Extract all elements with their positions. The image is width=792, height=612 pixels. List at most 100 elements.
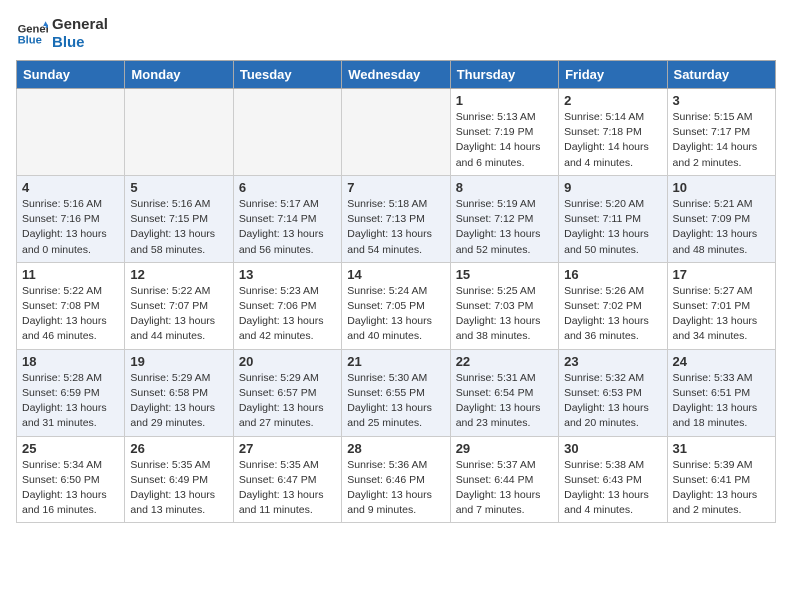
col-header-wednesday: Wednesday <box>342 61 450 89</box>
day-cell <box>125 89 233 176</box>
col-header-friday: Friday <box>559 61 667 89</box>
day-info: Sunrise: 5:35 AMSunset: 6:47 PMDaylight:… <box>239 458 336 519</box>
svg-text:General: General <box>18 23 48 35</box>
day-info: Sunrise: 5:16 AMSunset: 7:16 PMDaylight:… <box>22 197 119 258</box>
day-number: 27 <box>239 441 336 456</box>
day-number: 22 <box>456 354 553 369</box>
day-cell: 8 Sunrise: 5:19 AMSunset: 7:12 PMDayligh… <box>450 175 558 262</box>
day-cell <box>17 89 125 176</box>
day-number: 11 <box>22 267 119 282</box>
day-cell: 13 Sunrise: 5:23 AMSunset: 7:06 PMDaylig… <box>233 262 341 349</box>
col-header-monday: Monday <box>125 61 233 89</box>
day-info: Sunrise: 5:18 AMSunset: 7:13 PMDaylight:… <box>347 197 444 258</box>
day-info: Sunrise: 5:23 AMSunset: 7:06 PMDaylight:… <box>239 284 336 345</box>
day-number: 23 <box>564 354 661 369</box>
day-number: 18 <box>22 354 119 369</box>
day-number: 28 <box>347 441 444 456</box>
day-number: 20 <box>239 354 336 369</box>
day-number: 14 <box>347 267 444 282</box>
day-cell: 16 Sunrise: 5:26 AMSunset: 7:02 PMDaylig… <box>559 262 667 349</box>
day-info: Sunrise: 5:29 AMSunset: 6:57 PMDaylight:… <box>239 371 336 432</box>
week-row-5: 25 Sunrise: 5:34 AMSunset: 6:50 PMDaylig… <box>17 436 776 523</box>
day-info: Sunrise: 5:25 AMSunset: 7:03 PMDaylight:… <box>456 284 553 345</box>
col-header-saturday: Saturday <box>667 61 775 89</box>
day-cell: 29 Sunrise: 5:37 AMSunset: 6:44 PMDaylig… <box>450 436 558 523</box>
day-cell: 10 Sunrise: 5:21 AMSunset: 7:09 PMDaylig… <box>667 175 775 262</box>
day-cell: 19 Sunrise: 5:29 AMSunset: 6:58 PMDaylig… <box>125 349 233 436</box>
day-number: 7 <box>347 180 444 195</box>
day-info: Sunrise: 5:13 AMSunset: 7:19 PMDaylight:… <box>456 110 553 171</box>
day-cell: 14 Sunrise: 5:24 AMSunset: 7:05 PMDaylig… <box>342 262 450 349</box>
day-info: Sunrise: 5:14 AMSunset: 7:18 PMDaylight:… <box>564 110 661 171</box>
day-number: 3 <box>673 93 770 108</box>
day-number: 25 <box>22 441 119 456</box>
day-cell: 20 Sunrise: 5:29 AMSunset: 6:57 PMDaylig… <box>233 349 341 436</box>
day-info: Sunrise: 5:20 AMSunset: 7:11 PMDaylight:… <box>564 197 661 258</box>
day-cell: 24 Sunrise: 5:33 AMSunset: 6:51 PMDaylig… <box>667 349 775 436</box>
week-row-1: 1 Sunrise: 5:13 AMSunset: 7:19 PMDayligh… <box>17 89 776 176</box>
day-info: Sunrise: 5:16 AMSunset: 7:15 PMDaylight:… <box>130 197 227 258</box>
day-info: Sunrise: 5:36 AMSunset: 6:46 PMDaylight:… <box>347 458 444 519</box>
day-number: 1 <box>456 93 553 108</box>
day-info: Sunrise: 5:37 AMSunset: 6:44 PMDaylight:… <box>456 458 553 519</box>
day-number: 16 <box>564 267 661 282</box>
day-info: Sunrise: 5:24 AMSunset: 7:05 PMDaylight:… <box>347 284 444 345</box>
day-number: 15 <box>456 267 553 282</box>
logo: General Blue General Blue <box>16 16 108 52</box>
day-number: 30 <box>564 441 661 456</box>
day-info: Sunrise: 5:27 AMSunset: 7:01 PMDaylight:… <box>673 284 770 345</box>
day-cell: 11 Sunrise: 5:22 AMSunset: 7:08 PMDaylig… <box>17 262 125 349</box>
day-number: 31 <box>673 441 770 456</box>
day-cell: 22 Sunrise: 5:31 AMSunset: 6:54 PMDaylig… <box>450 349 558 436</box>
logo-blue: Blue <box>52 34 108 52</box>
day-number: 17 <box>673 267 770 282</box>
day-cell: 21 Sunrise: 5:30 AMSunset: 6:55 PMDaylig… <box>342 349 450 436</box>
day-info: Sunrise: 5:17 AMSunset: 7:14 PMDaylight:… <box>239 197 336 258</box>
day-cell: 15 Sunrise: 5:25 AMSunset: 7:03 PMDaylig… <box>450 262 558 349</box>
day-cell: 25 Sunrise: 5:34 AMSunset: 6:50 PMDaylig… <box>17 436 125 523</box>
day-cell: 26 Sunrise: 5:35 AMSunset: 6:49 PMDaylig… <box>125 436 233 523</box>
day-cell: 31 Sunrise: 5:39 AMSunset: 6:41 PMDaylig… <box>667 436 775 523</box>
day-number: 6 <box>239 180 336 195</box>
day-info: Sunrise: 5:30 AMSunset: 6:55 PMDaylight:… <box>347 371 444 432</box>
day-cell: 18 Sunrise: 5:28 AMSunset: 6:59 PMDaylig… <box>17 349 125 436</box>
day-number: 4 <box>22 180 119 195</box>
day-cell <box>233 89 341 176</box>
day-number: 21 <box>347 354 444 369</box>
day-info: Sunrise: 5:22 AMSunset: 7:07 PMDaylight:… <box>130 284 227 345</box>
svg-text:Blue: Blue <box>18 35 42 47</box>
day-info: Sunrise: 5:21 AMSunset: 7:09 PMDaylight:… <box>673 197 770 258</box>
col-header-tuesday: Tuesday <box>233 61 341 89</box>
day-info: Sunrise: 5:19 AMSunset: 7:12 PMDaylight:… <box>456 197 553 258</box>
day-info: Sunrise: 5:31 AMSunset: 6:54 PMDaylight:… <box>456 371 553 432</box>
day-number: 9 <box>564 180 661 195</box>
week-row-2: 4 Sunrise: 5:16 AMSunset: 7:16 PMDayligh… <box>17 175 776 262</box>
col-header-sunday: Sunday <box>17 61 125 89</box>
day-cell: 12 Sunrise: 5:22 AMSunset: 7:07 PMDaylig… <box>125 262 233 349</box>
day-info: Sunrise: 5:39 AMSunset: 6:41 PMDaylight:… <box>673 458 770 519</box>
logo-icon: General Blue <box>16 18 48 50</box>
day-info: Sunrise: 5:29 AMSunset: 6:58 PMDaylight:… <box>130 371 227 432</box>
day-info: Sunrise: 5:38 AMSunset: 6:43 PMDaylight:… <box>564 458 661 519</box>
calendar-table: SundayMondayTuesdayWednesdayThursdayFrid… <box>16 60 776 523</box>
day-number: 5 <box>130 180 227 195</box>
day-cell: 27 Sunrise: 5:35 AMSunset: 6:47 PMDaylig… <box>233 436 341 523</box>
day-number: 26 <box>130 441 227 456</box>
day-cell: 6 Sunrise: 5:17 AMSunset: 7:14 PMDayligh… <box>233 175 341 262</box>
header-row: SundayMondayTuesdayWednesdayThursdayFrid… <box>17 61 776 89</box>
day-number: 13 <box>239 267 336 282</box>
day-cell: 2 Sunrise: 5:14 AMSunset: 7:18 PMDayligh… <box>559 89 667 176</box>
col-header-thursday: Thursday <box>450 61 558 89</box>
day-info: Sunrise: 5:26 AMSunset: 7:02 PMDaylight:… <box>564 284 661 345</box>
day-number: 19 <box>130 354 227 369</box>
day-number: 24 <box>673 354 770 369</box>
day-cell: 28 Sunrise: 5:36 AMSunset: 6:46 PMDaylig… <box>342 436 450 523</box>
day-info: Sunrise: 5:32 AMSunset: 6:53 PMDaylight:… <box>564 371 661 432</box>
week-row-3: 11 Sunrise: 5:22 AMSunset: 7:08 PMDaylig… <box>17 262 776 349</box>
day-number: 29 <box>456 441 553 456</box>
day-cell: 7 Sunrise: 5:18 AMSunset: 7:13 PMDayligh… <box>342 175 450 262</box>
day-info: Sunrise: 5:15 AMSunset: 7:17 PMDaylight:… <box>673 110 770 171</box>
day-cell: 4 Sunrise: 5:16 AMSunset: 7:16 PMDayligh… <box>17 175 125 262</box>
day-info: Sunrise: 5:35 AMSunset: 6:49 PMDaylight:… <box>130 458 227 519</box>
day-number: 2 <box>564 93 661 108</box>
